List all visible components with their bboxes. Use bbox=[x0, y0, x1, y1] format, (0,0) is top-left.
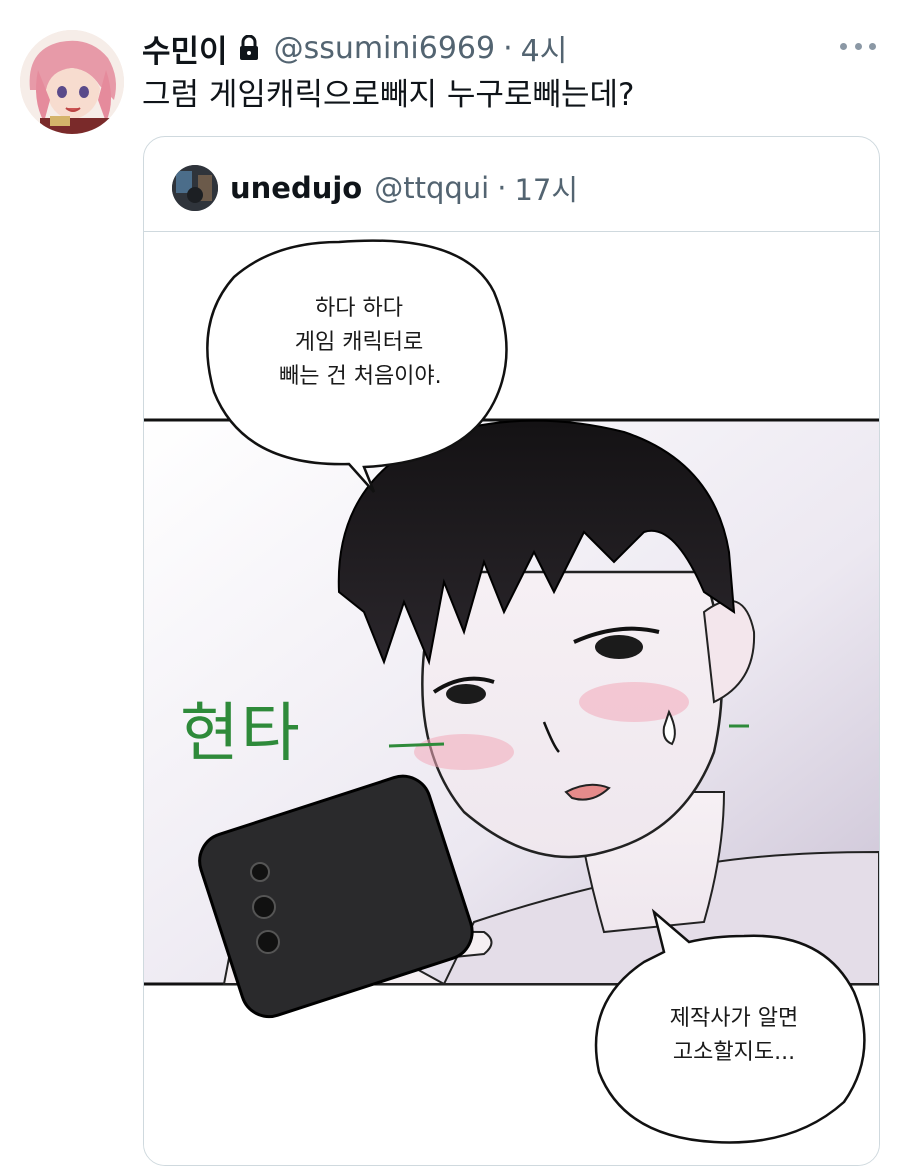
timestamp[interactable]: 4시 bbox=[521, 26, 568, 70]
speech-bubble-top: 하다 하다 게임 캐릭터로 빼는 건 처음이야. bbox=[279, 292, 442, 394]
speech-line: 빼는 건 처음이야. bbox=[279, 364, 442, 389]
quoted-tweet-header: unedujo @ttqqui · 17시 bbox=[172, 161, 578, 215]
quoted-separator-dot: · bbox=[497, 171, 507, 205]
speech-line: 고소할지도... bbox=[672, 1040, 796, 1065]
speech-line: 하다 하다 bbox=[315, 296, 403, 321]
separator-dot: · bbox=[503, 30, 513, 66]
user-handle[interactable]: @ssumini6969 bbox=[274, 31, 496, 66]
quoted-user-avatar[interactable] bbox=[172, 165, 218, 211]
sound-effect-text: 현타 bbox=[180, 697, 302, 771]
speech-bubble-bottom: 제작사가 알면 고소할지도... bbox=[649, 1002, 819, 1070]
speech-line: 제작사가 알면 bbox=[669, 1006, 799, 1031]
more-icon[interactable] bbox=[840, 36, 876, 56]
quoted-timestamp[interactable]: 17시 bbox=[514, 167, 578, 209]
speech-line: 게임 캐릭터로 bbox=[294, 330, 424, 355]
tweet-text: 그럼 게임캐릭으로빼지 누구로빼는데? bbox=[142, 77, 635, 113]
quoted-display-name[interactable]: unedujo bbox=[230, 171, 362, 205]
quoted-tweet[interactable]: unedujo @ttqqui · 17시 하다 하다 게임 캐릭터로 빼는 건… bbox=[143, 136, 880, 1166]
tweet-header: 수민이 @ssumini6969 · 4시 bbox=[142, 26, 567, 70]
display-name[interactable]: 수민이 bbox=[142, 26, 228, 71]
quoted-user-handle[interactable]: @ttqqui bbox=[374, 171, 489, 205]
comic-image[interactable]: 하다 하다 게임 캐릭터로 빼는 건 처음이야. 현타 제작사가 알면 고소할지… bbox=[144, 231, 879, 1165]
lock-icon bbox=[238, 34, 260, 61]
user-avatar[interactable] bbox=[20, 30, 124, 134]
tweet[interactable]: 수민이 @ssumini6969 · 4시 그럼 게임캐릭으로빼지 누구로빼는데… bbox=[0, 0, 900, 1170]
